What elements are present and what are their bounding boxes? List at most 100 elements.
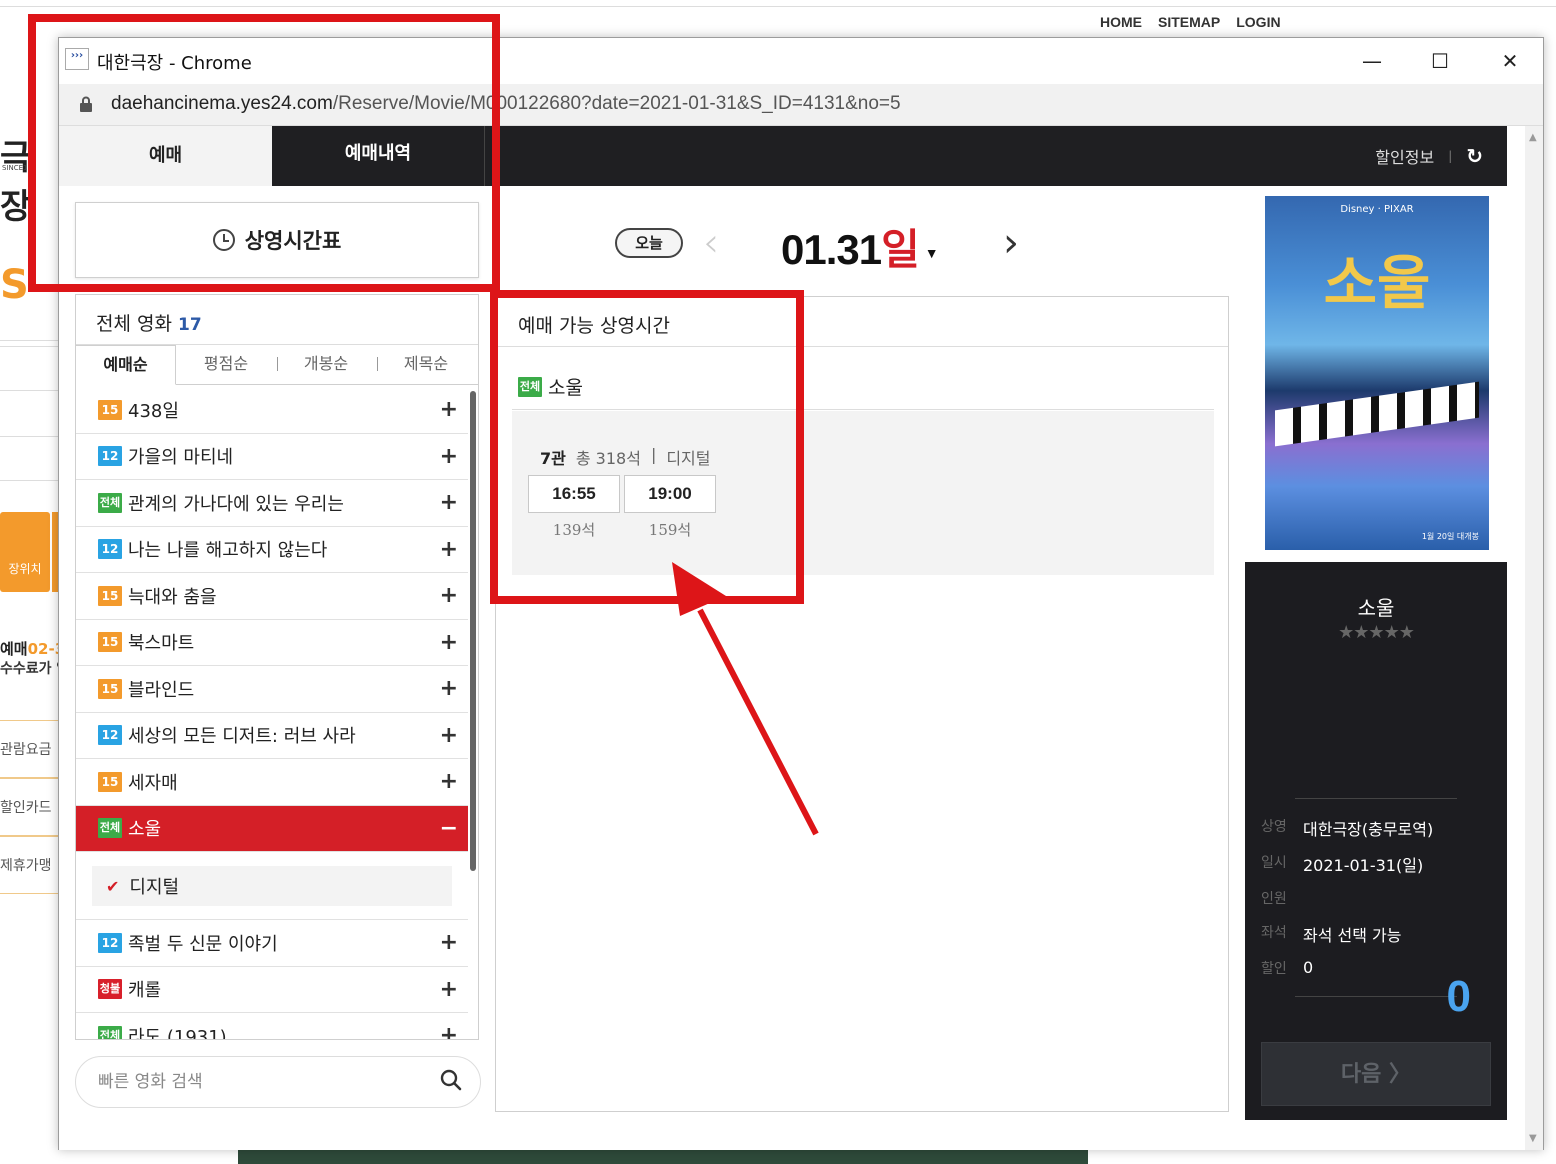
movie-item[interactable]: 15 세자매 + — [76, 759, 468, 806]
window-scrollbar[interactable]: ▲ ▼ — [1525, 126, 1543, 1150]
available-showtimes-panel: 예매 가능 상영시간 전체 소울 7관 총 318석 | 디지털 16:55 19… — [495, 296, 1229, 1112]
home-link[interactable]: HOME — [1100, 14, 1142, 30]
expand-plus-icon[interactable]: + — [440, 930, 458, 955]
next-date-icon[interactable]: › — [1003, 220, 1019, 266]
rating-badge: 15 — [98, 632, 122, 653]
expand-plus-icon[interactable]: + — [440, 723, 458, 748]
showtime-schedule-button[interactable]: 상영시간표 — [75, 202, 479, 278]
rating-badge: 청불 — [98, 979, 122, 1000]
movie-item[interactable]: 청불 캐롤 + — [76, 967, 468, 1013]
movie-item[interactable]: 12 가을의 마티네 + — [76, 434, 468, 480]
movie-title: 블라인드 — [128, 679, 195, 701]
movie-list-scrollbar[interactable] — [470, 391, 476, 871]
summary-label: 일시 — [1261, 855, 1287, 871]
movie-item[interactable]: 12 나는 나를 해고하지 않는다 + — [76, 527, 468, 573]
rating-badge: 전체 — [98, 1025, 122, 1039]
movie-item[interactable]: 12 족벌 두 신문 이야기 + — [76, 920, 468, 967]
logo-since: SINCE1 — [2, 164, 28, 172]
summary-value: 좌석 선택 가능 — [1303, 926, 1402, 945]
movie-item[interactable]: 전체 라도 (1931) + — [76, 1013, 468, 1039]
format-option-digital[interactable]: ✔ 디지털 — [92, 866, 452, 906]
header-actions: 할인정보 | ↻ — [1375, 144, 1483, 168]
summary-label: 인원 — [1261, 891, 1287, 907]
remaining-seats: 159석 — [648, 521, 692, 539]
expand-plus-icon[interactable]: + — [440, 490, 458, 515]
check-icon: ✔ — [106, 876, 120, 896]
rating-badge: 12 — [98, 539, 122, 560]
summary-row-people: 인원 — [1261, 888, 1303, 908]
search-icon[interactable] — [440, 1069, 462, 1091]
maximize-button[interactable]: ☐ — [1417, 46, 1463, 76]
rating-badge: 12 — [98, 932, 122, 953]
caret-down-icon[interactable]: ▼ — [925, 245, 939, 261]
date-day: 일 — [881, 226, 920, 273]
close-button[interactable]: ✕ — [1487, 46, 1533, 76]
background-banner — [238, 1148, 1088, 1164]
showtime-button[interactable]: 16:55 — [528, 475, 620, 513]
expand-plus-icon[interactable]: + — [440, 1023, 458, 1039]
minimize-button[interactable]: — — [1349, 46, 1395, 76]
movie-item[interactable]: 15 438일 + — [76, 387, 468, 434]
url-text[interactable]: daehancinema.yes24.com/Reserve/Movie/M00… — [111, 93, 901, 115]
movie-item[interactable]: 전체 관계의 가나다에 있는 우리는 + — [76, 480, 468, 527]
sort-tab-title[interactable]: 제목순 — [376, 345, 476, 384]
sort-tab-booking[interactable]: 예매순 — [76, 345, 176, 385]
movie-item[interactable]: 15 북스마트 + — [76, 620, 468, 666]
movie-panel-header: 전체 영화 17 — [76, 295, 478, 345]
expand-plus-icon[interactable]: + — [440, 583, 458, 608]
expand-plus-icon[interactable]: + — [440, 537, 458, 562]
clock-icon — [212, 229, 235, 251]
fee-link[interactable]: 관람요금 — [0, 720, 60, 778]
movie-item[interactable]: 15 늑대와 춤을 + — [76, 573, 468, 620]
scroll-down-icon[interactable]: ▼ — [1529, 1133, 1537, 1144]
expand-plus-icon[interactable]: + — [440, 397, 458, 422]
rating-badge: 전체 — [518, 376, 542, 397]
summary-value: 대한극장(충무로역) — [1303, 820, 1434, 839]
sort-tab-rating[interactable]: 평점순 — [176, 345, 278, 384]
poster-brand: Disney · PIXAR — [1340, 204, 1414, 215]
showtime-button[interactable]: 19:00 — [624, 475, 716, 513]
tab-reserve[interactable]: 예매 — [59, 126, 272, 186]
sort-tab-rating-label: 평점순 — [203, 354, 249, 373]
date-value: 01.31 — [781, 226, 882, 273]
divider — [0, 346, 60, 347]
sitemap-link[interactable]: SITEMAP — [1158, 14, 1220, 30]
discount-info-link[interactable]: 할인정보 — [1375, 144, 1434, 168]
movie-item[interactable]: 12 세상의 모든 디저트: 러브 사라 + — [76, 713, 468, 759]
top-divider — [0, 6, 1556, 7]
expand-plus-icon[interactable]: + — [440, 769, 458, 794]
expand-plus-icon[interactable]: + — [440, 444, 458, 469]
selected-date[interactable]: 01.31일 ▼ — [781, 216, 939, 277]
expand-plus-icon[interactable]: + — [440, 977, 458, 1002]
refresh-icon[interactable]: ↻ — [1466, 144, 1483, 168]
scroll-up-icon[interactable]: ▲ — [1529, 132, 1537, 143]
expand-plus-icon[interactable]: + — [440, 676, 458, 701]
movie-search-input[interactable]: 빠른 영화 검색 — [75, 1056, 481, 1108]
login-link[interactable]: LOGIN — [1236, 14, 1280, 30]
orange-letter: S — [0, 262, 29, 308]
summary-row-datetime: 일시 2021-01-31(일) — [1261, 852, 1423, 876]
site-logo[interactable]: 극장 — [0, 130, 60, 228]
poster-release-date: 1월 20일 대개봉 — [1421, 532, 1479, 541]
hall-name: 7관 — [540, 449, 566, 468]
sort-tab-release[interactable]: 개봉순 — [276, 345, 378, 384]
window-title: 대한극장 - Chrome — [97, 53, 252, 74]
tab-reservation-history[interactable]: 예매내역 — [272, 126, 485, 186]
divider — [0, 340, 60, 341]
movie-item[interactable]: 15 블라인드 + — [76, 666, 468, 713]
rating-badge: 15 — [98, 771, 122, 792]
today-button[interactable]: 오늘 — [615, 228, 683, 258]
rating-badge: 전체 — [98, 818, 122, 839]
location-button[interactable]: 장위치 — [0, 512, 50, 592]
movie-item-selected[interactable]: 전체 소울 − — [76, 805, 468, 852]
card-link[interactable]: 할인카드 — [0, 778, 60, 836]
expand-plus-icon[interactable]: + — [440, 630, 458, 655]
address-bar[interactable]: daehancinema.yes24.com/Reserve/Movie/M00… — [59, 84, 1543, 126]
next-button[interactable]: 다음 〉 — [1261, 1042, 1491, 1106]
partner-link[interactable]: 제휴가맹 — [0, 836, 60, 894]
prev-date-icon[interactable]: ‹ — [703, 220, 719, 266]
collapse-minus-icon[interactable]: − — [440, 816, 458, 841]
movie-title: 세자매 — [128, 772, 178, 794]
summary-value: 0 — [1303, 958, 1314, 977]
divider — [512, 409, 1214, 410]
